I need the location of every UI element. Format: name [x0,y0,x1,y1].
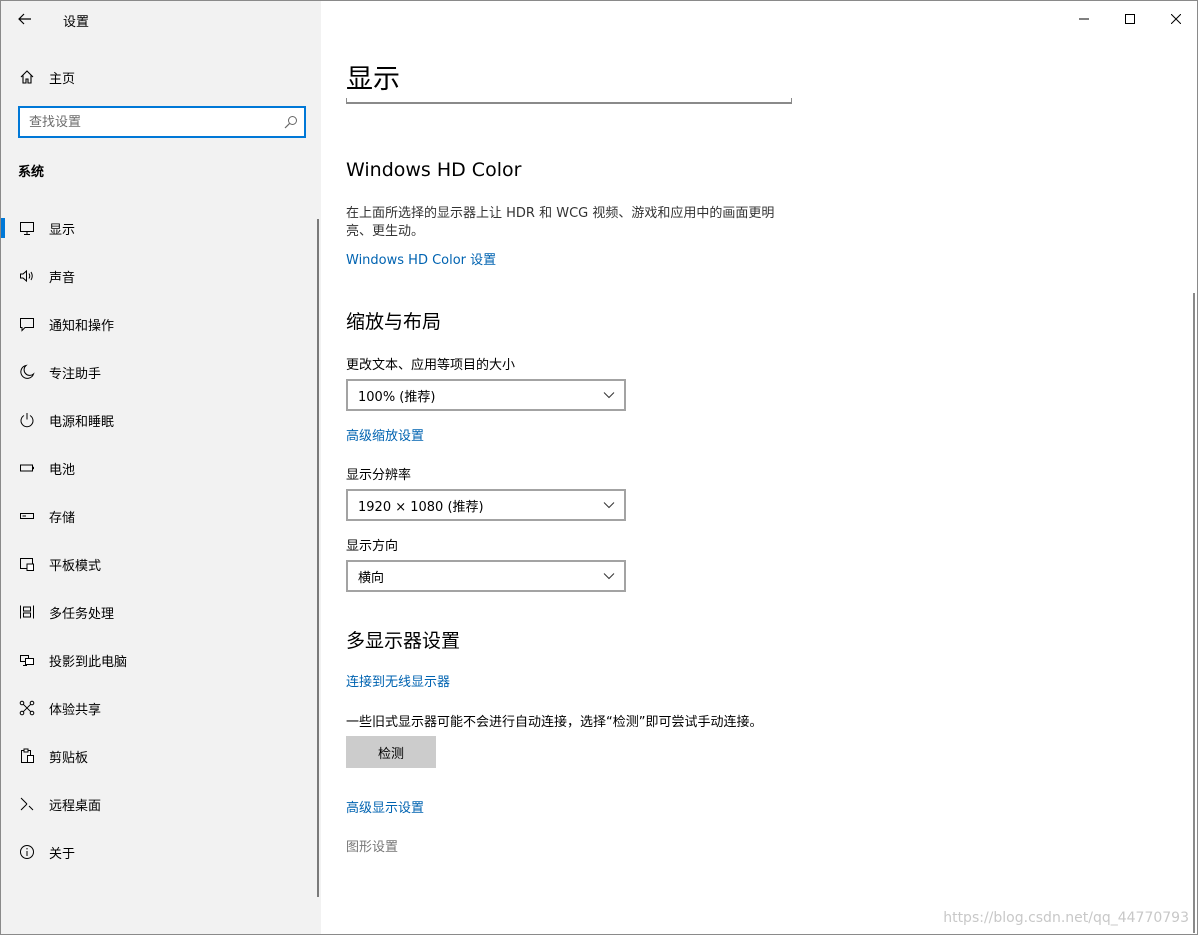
hdr-heading: Windows HD Color [346,159,522,181]
storage-icon [18,507,36,525]
info-icon [18,843,36,861]
battery-icon [18,459,36,477]
dropdown-value: 1920 × 1080 (推荐) [358,499,484,515]
sidebar-item-label: 远程桌面 [49,798,102,814]
sidebar-item-battery[interactable]: 电池 [1,444,321,492]
sidebar-item-label: 专注助手 [49,366,102,382]
sidebar-item-home[interactable]: 主页 [1,59,321,95]
sidebar-item-label: 多任务处理 [49,606,115,622]
scale-heading: 缩放与布局 [346,311,442,333]
multitasking-icon [18,603,36,621]
multi-display-heading: 多显示器设置 [346,630,461,652]
minimize-button[interactable] [1061,1,1107,37]
search-box[interactable] [18,106,306,138]
close-icon [1171,14,1181,24]
chevron-down-icon [603,502,615,509]
sidebar-item-label: 平板模式 [49,558,102,574]
advanced-scaling-link[interactable]: 高级缩放设置 [346,425,424,444]
monitor-icon [18,219,36,237]
text-size-dropdown[interactable]: 100% (推荐) [346,379,626,411]
app-title: 设置 [63,15,90,30]
text-size-label: 更改文本、应用等项目的大小 [346,358,516,373]
sidebar-item-label: 体验共享 [49,702,102,718]
graphics-settings-link[interactable]: 图形设置 [346,836,398,855]
sidebar-item-remote-desktop[interactable]: 远程桌面 [1,780,321,828]
wireless-display-link[interactable]: 连接到无线显示器 [346,671,450,690]
maximize-icon [1125,14,1135,24]
back-button[interactable] [11,7,39,31]
dropdown-value: 100% (推荐) [358,389,436,405]
sidebar-item-label: 关于 [49,846,76,862]
chevron-down-icon [603,573,615,580]
sidebar-item-projection[interactable]: 投影到此电脑 [1,636,321,684]
sidebar-nav: 显示 声音 通知和操作 专注助手 电源和睡眠 电池 存储 平板模式 多任务处理 … [1,204,321,876]
sidebar-item-notifications[interactable]: 通知和操作 [1,300,321,348]
title-bar: 设置 [1,1,321,37]
close-button[interactable] [1153,1,1197,37]
sidebar-item-sound[interactable]: 声音 [1,252,321,300]
home-icon [18,68,36,86]
settings-window: 设置 主页 系统 显示 声音 [0,0,1198,935]
section-title: 系统 [18,165,45,180]
sidebar-item-clipboard[interactable]: 剪贴板 [1,732,321,780]
content-pane: 显示 Windows HD Color 在上面所选择的显示器上让 HDR 和 W… [321,1,1197,934]
sidebar-item-label: 主页 [49,71,76,87]
sidebar-item-multitasking[interactable]: 多任务处理 [1,588,321,636]
projection-icon [18,651,36,669]
sidebar: 设置 主页 系统 显示 声音 [1,1,321,934]
sidebar-item-power-sleep[interactable]: 电源和睡眠 [1,396,321,444]
sidebar-item-shared-experiences[interactable]: 体验共享 [1,684,321,732]
share-experience-icon [18,699,36,717]
dropdown-value: 横向 [358,570,385,586]
resolution-dropdown[interactable]: 1920 × 1080 (推荐) [346,489,626,521]
orientation-dropdown[interactable]: 横向 [346,560,626,592]
sidebar-item-label: 投影到此电脑 [49,654,128,670]
minimize-icon [1079,18,1089,20]
page-title: 显示 [346,64,400,95]
sidebar-item-label: 存储 [49,510,76,526]
watermark: https://blog.csdn.net/qq_44770793 [943,910,1189,926]
resolution-label: 显示分辨率 [346,468,412,483]
hdr-description: 在上面所选择的显示器上让 HDR 和 WCG 视频、游戏和应用中的画面更明亮、更… [346,206,775,239]
section-divider [346,98,792,104]
content-scrollbar[interactable] [1193,293,1195,933]
search-icon[interactable] [284,115,298,129]
sidebar-item-display[interactable]: 显示 [1,204,321,252]
orientation-label: 显示方向 [346,539,399,554]
clipboard-icon [18,747,36,765]
sidebar-item-label: 电源和睡眠 [49,414,115,430]
sidebar-item-about[interactable]: 关于 [1,828,321,876]
remote-desktop-icon [18,795,36,813]
sidebar-item-label: 电池 [49,462,76,478]
sidebar-item-storage[interactable]: 存储 [1,492,321,540]
speaker-icon [18,267,36,285]
sidebar-item-label: 通知和操作 [49,318,115,334]
advanced-display-link[interactable]: 高级显示设置 [346,797,424,816]
sidebar-item-label: 显示 [49,222,76,238]
sidebar-item-focus-assist[interactable]: 专注助手 [1,348,321,396]
detect-button[interactable]: 检测 [346,736,436,768]
detect-note: 一些旧式显示器可能不会进行自动连接，选择“检测”即可尝试手动连接。 [346,715,763,730]
sidebar-item-tablet-mode[interactable]: 平板模式 [1,540,321,588]
notification-icon [18,315,36,333]
power-icon [18,411,36,429]
sidebar-scrollbar[interactable] [317,219,319,897]
chevron-down-icon [603,392,615,399]
back-arrow-icon [18,13,31,25]
maximize-button[interactable] [1107,1,1153,37]
hdr-settings-link[interactable]: Windows HD Color 设置 [346,249,496,268]
moon-icon [18,363,36,381]
sidebar-item-label: 剪贴板 [49,750,89,766]
search-input[interactable] [20,114,270,130]
tablet-mode-icon [18,555,36,573]
sidebar-item-label: 声音 [49,270,76,286]
